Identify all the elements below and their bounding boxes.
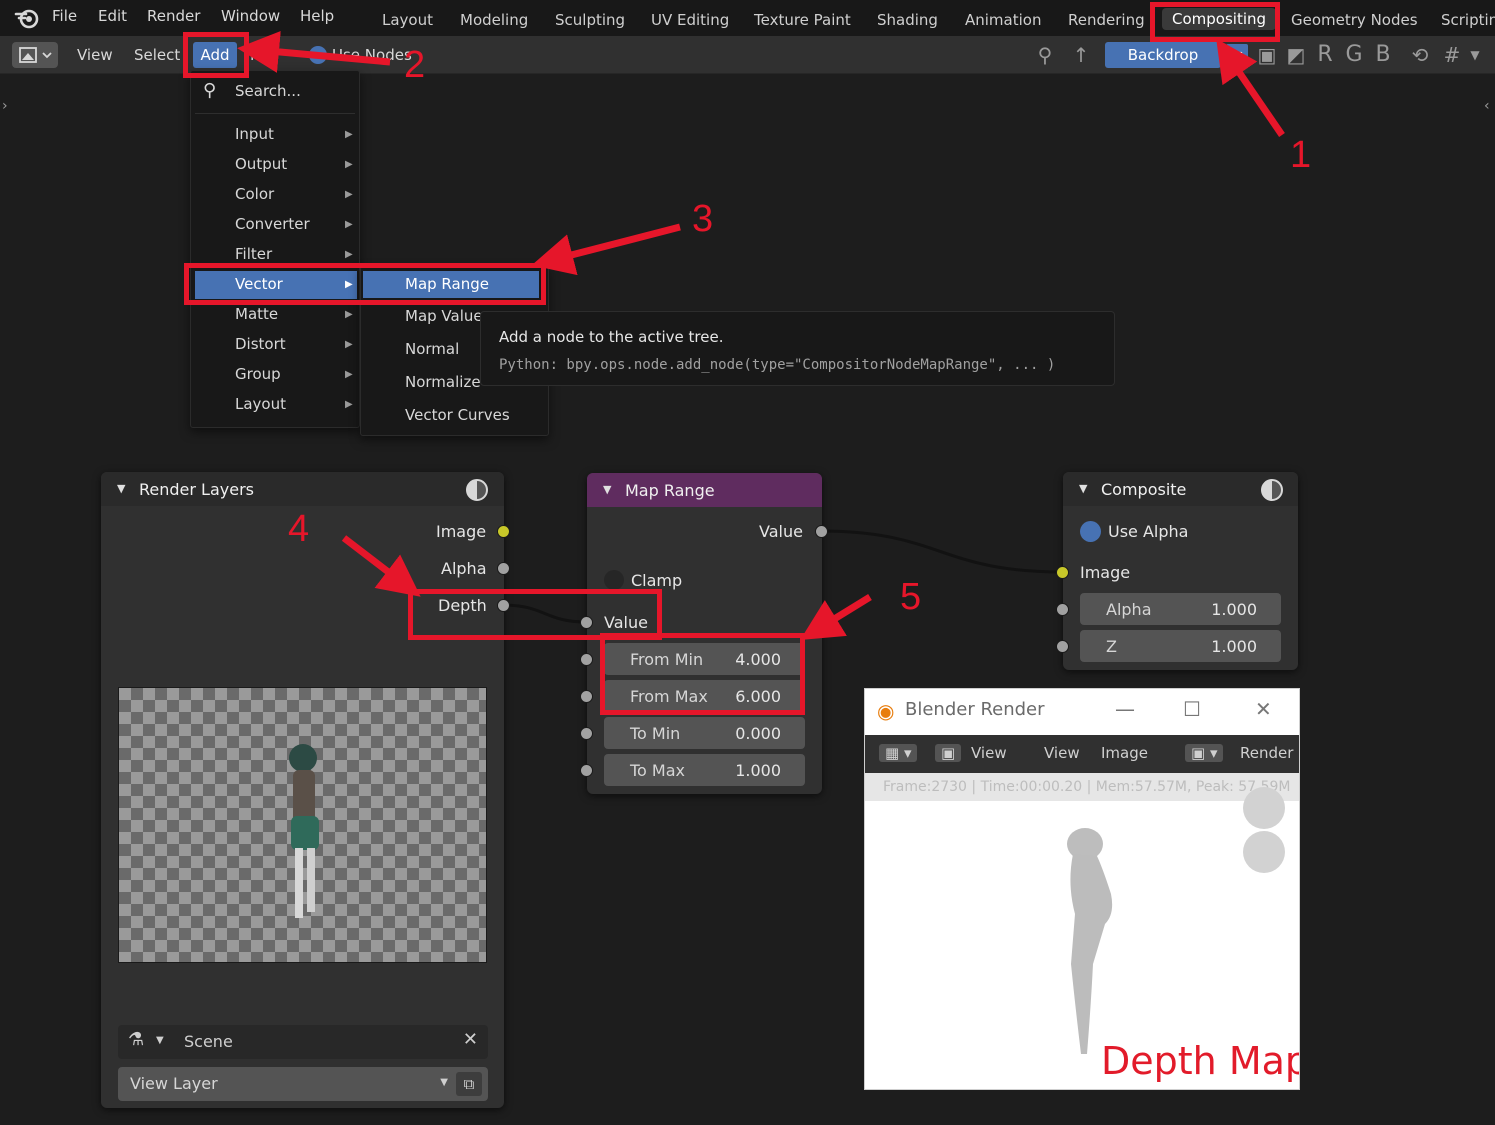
annotation-number-3: 3 (692, 198, 714, 240)
annotation-arrows (237, 30, 1285, 641)
annotation-number-4: 4 (288, 508, 310, 550)
annotation-number-1: 1 (1290, 134, 1312, 176)
annotation-number-5: 5 (900, 576, 922, 618)
annotation-number-2: 2 (404, 44, 426, 86)
